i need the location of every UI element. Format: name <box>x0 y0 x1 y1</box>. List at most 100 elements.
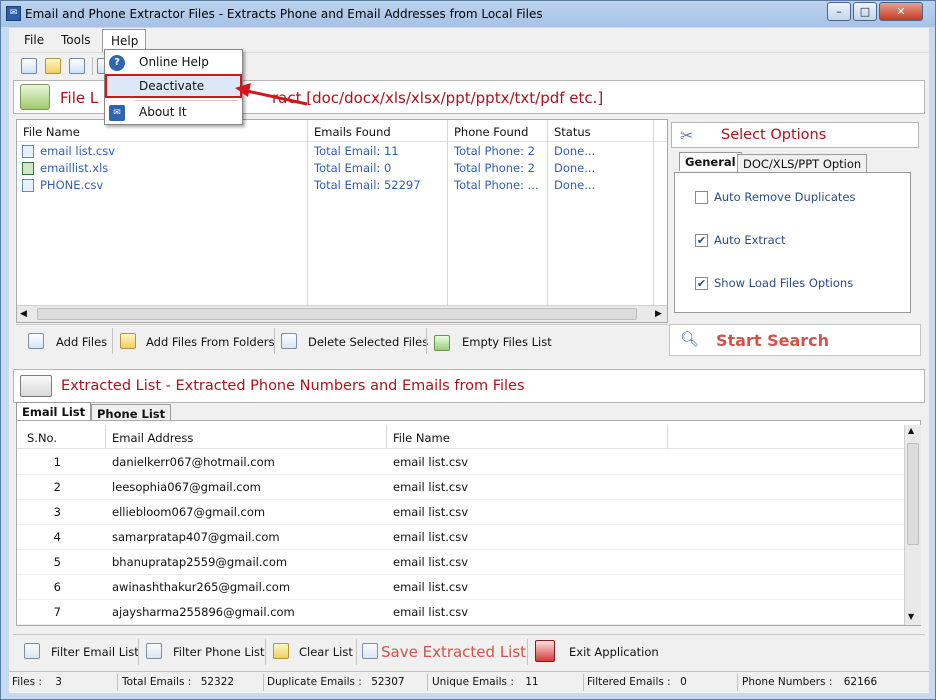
separator <box>527 639 528 665</box>
file-status: Done... <box>554 144 596 158</box>
row-email: bhanupratap2559@gmail.com <box>112 555 288 569</box>
tab-email-list[interactable]: Email List <box>16 402 92 421</box>
table-row[interactable]: 5 bhanupratap2559@gmail.com email list.c… <box>17 550 905 575</box>
file-row[interactable]: email list.csv Total Email: 11 Total Pho… <box>17 144 653 161</box>
email-list-table: S.No. Email Address File Name 1 danielke… <box>16 420 921 626</box>
empty-files-list-button[interactable]: Empty Files List <box>462 335 552 349</box>
title-bar[interactable]: ✉ Email and Phone Extractor Files - Extr… <box>1 1 935 27</box>
menu-item-label: About It <box>139 105 187 119</box>
tools-icon: ✂ <box>680 126 694 145</box>
row-sno: 6 <box>53 580 61 594</box>
menu-file[interactable]: File <box>24 33 44 47</box>
menu-item-online-help[interactable]: ? Online Help <box>105 52 242 74</box>
tab-doc-xls-ppt-option[interactable]: DOC/XLS/PPT Option <box>737 154 868 173</box>
show-load-files-options-checkbox[interactable]: ✔ <box>695 277 708 290</box>
row-sno: 2 <box>53 480 61 494</box>
show-load-files-options-label: Show Load Files Options <box>714 276 854 290</box>
folder-icon[interactable] <box>45 58 61 74</box>
tab-general[interactable]: General <box>679 152 742 171</box>
search-icon: 🔍︎ <box>680 330 700 348</box>
status-bar: Files : 3 Total Emails : 52322 Duplicate… <box>9 671 929 693</box>
delete-files-icon <box>281 333 297 349</box>
col-phone-found[interactable]: Phone Found <box>454 125 528 139</box>
csv-file-icon <box>22 179 34 192</box>
file-list-hscrollbar[interactable]: ◀ ▶ <box>17 305 667 322</box>
auto-extract-label: Auto Extract <box>714 233 786 247</box>
file-list-title-suffix: ract [doc/docx/xls/xlsx/ppt/pptx/txt/pdf… <box>272 89 604 107</box>
extracted-list-header: Extracted List - Extracted Phone Numbers… <box>13 369 925 403</box>
toolbar-separator <box>92 57 93 75</box>
add-files-button[interactable]: Add Files <box>56 335 107 349</box>
emails-found: Total Email: 52297 <box>314 178 421 192</box>
filter-phone-list-button[interactable]: Filter Phone List <box>173 645 265 659</box>
filter-email-list-button[interactable]: Filter Email List <box>51 645 139 659</box>
scroll-right-icon[interactable]: ▶ <box>655 309 662 319</box>
table-row[interactable]: 6 awinashthakur265@gmail.com email list.… <box>17 575 905 600</box>
table-row[interactable]: 1 danielkerr067@hotmail.com email list.c… <box>17 450 905 475</box>
status-separator <box>583 674 584 691</box>
row-sno: 1 <box>53 455 61 469</box>
save-extracted-list-button[interactable]: Save Extracted List <box>381 643 526 661</box>
emails-found: Total Email: 0 <box>314 161 392 175</box>
minimize-button[interactable]: – <box>827 2 851 21</box>
add-files-icon <box>28 333 44 349</box>
file-row[interactable]: emaillist.xls Total Email: 0 Total Phone… <box>17 161 653 178</box>
file-list-table: File Name Emails Found Phone Found Statu… <box>16 119 668 323</box>
maximize-button[interactable]: □ <box>853 2 877 21</box>
scroll-up-icon[interactable]: ▲ <box>908 426 914 435</box>
col-file-name[interactable]: File Name <box>23 125 80 139</box>
file-buttons-bar: Add Files Add Files From Folders Delete … <box>16 324 668 356</box>
add-files-from-folders-button[interactable]: Add Files From Folders <box>146 335 275 349</box>
add-files-icon[interactable] <box>21 58 37 74</box>
col-email-address[interactable]: Email Address <box>112 431 193 445</box>
row-file: email list.csv <box>393 530 469 544</box>
email-list-vscrollbar[interactable]: ▲ ▼ <box>904 425 921 625</box>
app-envelope-icon: ✉ <box>6 6 21 21</box>
row-sno: 5 <box>53 555 61 569</box>
col-sno[interactable]: S.No. <box>27 431 57 445</box>
table-row[interactable]: 7 ajaysharma255896@gmail.com email list.… <box>17 600 905 625</box>
row-email: samarpratap407@gmail.com <box>112 530 280 544</box>
col-status[interactable]: Status <box>554 125 591 139</box>
phone-found: Total Phone: 2 <box>454 144 535 158</box>
status-duplicate-emails: Duplicate Emails : 52307 <box>267 676 405 688</box>
start-search-bar[interactable]: 🔍︎ Start Search <box>669 324 921 356</box>
table-row[interactable]: 4 samarpratap407@gmail.com email list.cs… <box>17 525 905 550</box>
separator <box>426 328 427 354</box>
col-emails-found[interactable]: Emails Found <box>314 125 391 139</box>
menu-help-label: Help <box>111 34 139 48</box>
file-row[interactable]: PHONE.csv Total Email: 52297 Total Phone… <box>17 178 653 195</box>
scroll-thumb[interactable] <box>907 443 919 545</box>
client-area: File Tools Help File L ract [doc/docx/xl… <box>9 28 929 693</box>
documents-icon[interactable] <box>69 58 85 74</box>
scroll-down-icon[interactable]: ▼ <box>908 612 914 621</box>
delete-selected-files-button[interactable]: Delete Selected Files <box>308 335 428 349</box>
table-row[interactable]: 2 leesophia067@gmail.com email list.csv <box>17 475 905 500</box>
menu-item-deactivate[interactable]: Deactivate <box>105 74 242 98</box>
extracted-list-title: Extracted List - Extracted Phone Numbers… <box>61 378 525 394</box>
clear-list-button[interactable]: Clear List <box>299 645 353 659</box>
close-button[interactable]: ✕ <box>879 2 923 21</box>
exit-application-button[interactable]: Exit Application <box>569 645 659 659</box>
row-file: email list.csv <box>393 455 469 469</box>
col-file-name[interactable]: File Name <box>393 431 450 445</box>
auto-remove-duplicates-checkbox[interactable] <box>695 191 708 204</box>
auto-extract-checkbox[interactable]: ✔ <box>695 234 708 247</box>
exit-icon <box>535 640 555 662</box>
file-name: email list.csv <box>40 144 116 158</box>
separator <box>265 639 266 665</box>
scroll-left-icon[interactable]: ◀ <box>20 309 27 319</box>
status-separator <box>427 674 428 691</box>
col-divider <box>386 425 387 449</box>
start-search-button[interactable]: Start Search <box>716 331 829 350</box>
row-file: email list.csv <box>393 605 469 619</box>
col-divider <box>653 120 654 305</box>
row-sno: 3 <box>53 505 61 519</box>
file-status: Done... <box>554 161 596 175</box>
add-file-arrow-icon <box>20 84 50 110</box>
scroll-thumb[interactable] <box>37 308 637 320</box>
menu-item-about-it[interactable]: ✉ About It <box>105 102 242 124</box>
table-row[interactable]: 3 elliebloom067@gmail.com email list.csv <box>17 500 905 525</box>
status-filtered-emails: Filtered Emails : 0 <box>587 676 687 688</box>
menu-tools[interactable]: Tools <box>61 33 91 47</box>
